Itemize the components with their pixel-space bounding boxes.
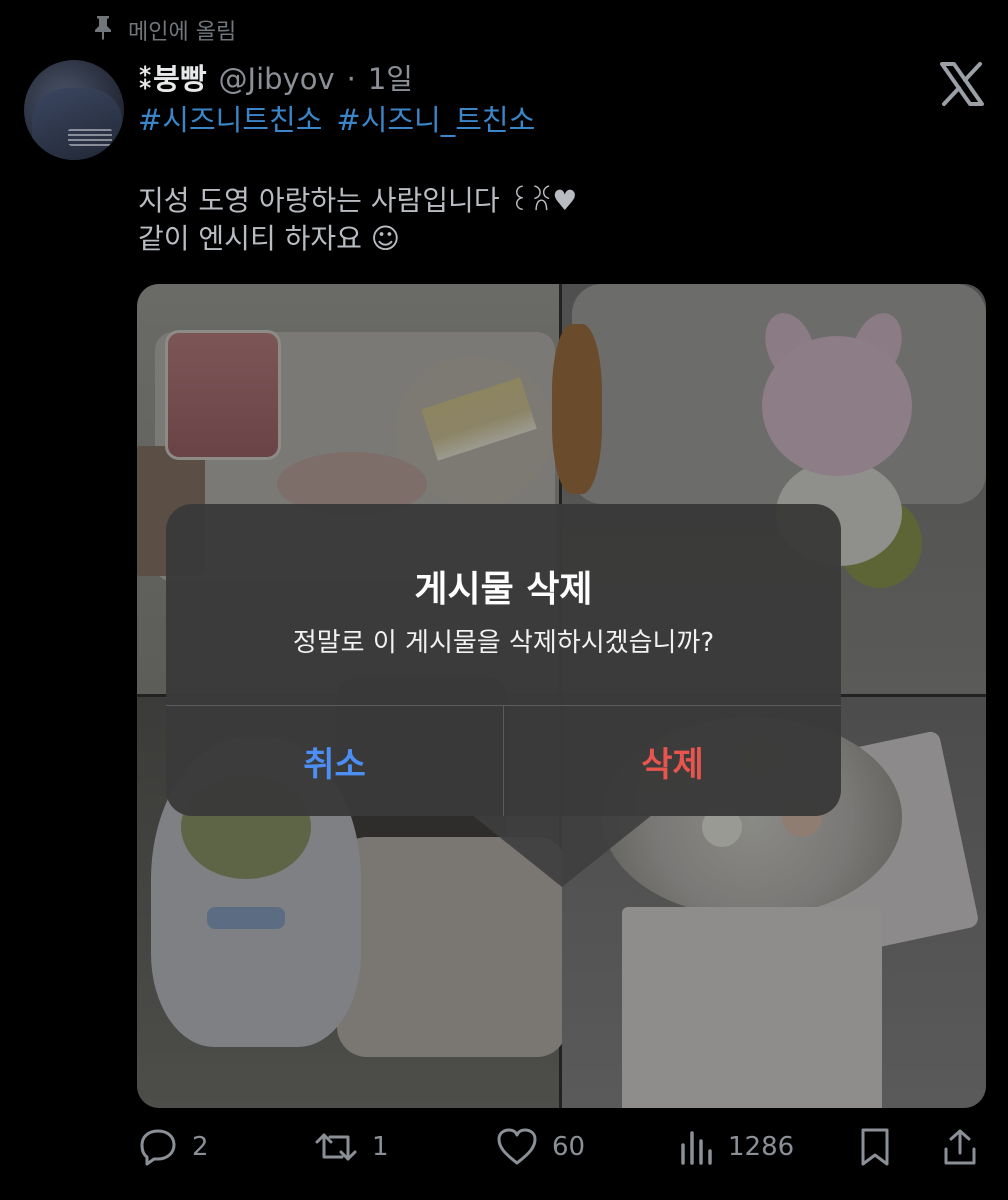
reply-count: 2: [192, 1132, 209, 1162]
like-count: 60: [552, 1132, 586, 1162]
retweet-count: 1: [372, 1132, 389, 1162]
like-button[interactable]: 60: [496, 1124, 585, 1170]
reply-icon: [138, 1127, 178, 1167]
delete-post-dialog: 게시물 삭제 정말로 이 게시물을 삭제하시겠습니까? 취소 삭제: [166, 504, 841, 816]
display-name[interactable]: ⁑붕빵: [138, 56, 207, 98]
retweet-icon: [314, 1127, 358, 1167]
share-icon: [942, 1127, 978, 1167]
bookmark-icon: [858, 1127, 892, 1167]
pin-icon: [92, 14, 114, 46]
tweet-body-line: 지성 도영 아랑하는 사람입니다 ꒰ꐦ♥: [138, 184, 578, 217]
x-logo-icon[interactable]: [936, 58, 988, 110]
cancel-button[interactable]: 취소: [166, 706, 503, 816]
dialog-pointer: [472, 815, 652, 887]
pinned-indicator: 메인에 올림: [92, 14, 236, 46]
tweet-body-line: 같이 엔시티 하자요 ☺: [138, 222, 400, 255]
header-separator: ·: [346, 62, 356, 96]
tweet-actions: 2 1 60 1286: [138, 1124, 988, 1170]
tweet-header: ⁑붕빵 @Jibyov · 1일: [138, 56, 413, 98]
views-count: 1286: [728, 1132, 795, 1162]
user-handle[interactable]: @Jibyov: [219, 62, 335, 96]
hashtag-row: #시즈니트친소 #시즈니_트친소: [138, 97, 535, 139]
share-button[interactable]: [942, 1124, 978, 1170]
avatar[interactable]: [24, 60, 124, 160]
tweet-body: 지성 도영 아랑하는 사람입니다 ꒰ꐦ♥ 같이 엔시티 하자요 ☺: [138, 182, 577, 258]
tweet-timestamp[interactable]: 1일: [368, 56, 413, 98]
bookmark-button[interactable]: [858, 1124, 892, 1170]
delete-button[interactable]: 삭제: [504, 706, 841, 816]
hashtag-link[interactable]: #시즈니트친소: [138, 97, 322, 139]
retweet-button[interactable]: 1: [314, 1124, 389, 1170]
views-button[interactable]: 1286: [678, 1124, 794, 1170]
pinned-label: 메인에 올림: [128, 20, 237, 45]
dialog-message: 정말로 이 게시물을 삭제하시겠습니까?: [292, 628, 715, 658]
hashtag-link[interactable]: #시즈니_트친소: [336, 97, 535, 139]
views-icon: [678, 1127, 714, 1167]
dialog-title: 게시물 삭제: [414, 569, 593, 610]
heart-icon: [496, 1127, 538, 1167]
reply-button[interactable]: 2: [138, 1124, 209, 1170]
